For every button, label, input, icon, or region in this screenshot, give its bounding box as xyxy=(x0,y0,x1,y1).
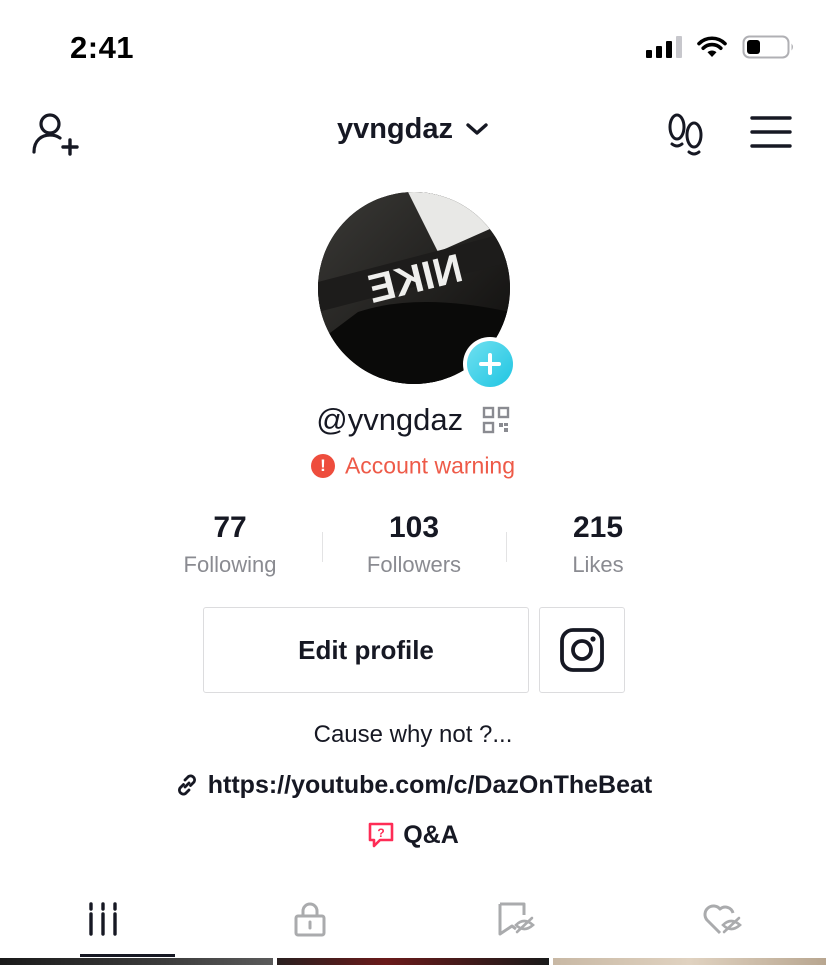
qa-label: Q&A xyxy=(403,820,459,849)
following-count: 77 xyxy=(213,511,247,544)
profile-link[interactable]: https://youtube.com/c/DazOnTheBeat xyxy=(0,770,826,800)
alert-icon: ! xyxy=(310,453,335,478)
status-time: 2:41 xyxy=(70,30,135,65)
menu-button[interactable] xyxy=(750,114,792,150)
stat-followers[interactable]: 103 Followers xyxy=(322,508,506,588)
add-story-button[interactable] xyxy=(463,337,517,391)
tab-favorites[interactable] xyxy=(413,880,620,958)
footprints-icon xyxy=(668,113,703,156)
profile-handle: @yvngdaz xyxy=(316,401,464,437)
profile-header: yvngdaz xyxy=(0,100,826,164)
instagram-icon xyxy=(560,628,604,672)
profile-link-text: https://youtube.com/c/DazOnTheBeat xyxy=(207,770,653,799)
followers-count: 103 xyxy=(388,511,440,544)
tab-liked[interactable] xyxy=(620,880,826,958)
status-icons xyxy=(646,34,796,60)
profile-stats: 77 Following 103 Followers 215 Likes xyxy=(138,508,690,588)
cellular-signal-icon xyxy=(646,36,682,58)
following-label: Following xyxy=(183,552,277,577)
edit-profile-button[interactable]: Edit profile xyxy=(203,607,529,693)
profile-screen: 2:41 yvngdaz NIKE @yvngdaz ! Account war… xyxy=(0,0,826,965)
svg-text:?: ? xyxy=(378,826,385,840)
grid-bars-icon xyxy=(89,902,117,936)
bookmark-hidden-icon xyxy=(498,902,536,936)
battery-icon xyxy=(742,35,793,59)
account-warning-text: Account warning xyxy=(344,452,516,479)
instagram-button[interactable] xyxy=(539,607,625,693)
video-thumbnail[interactable] xyxy=(276,958,550,965)
tab-videos[interactable] xyxy=(0,880,207,958)
video-thumbnail[interactable] xyxy=(0,958,273,965)
wifi-icon xyxy=(697,36,727,57)
avatar-container: NIKE xyxy=(318,192,517,391)
qr-code-icon[interactable] xyxy=(482,406,510,434)
chevron-down-icon xyxy=(466,123,488,136)
profile-bio: Cause why not ?... xyxy=(313,721,513,748)
plus-icon xyxy=(467,341,513,387)
likes-label: Likes xyxy=(572,552,624,577)
lock-icon xyxy=(294,902,326,937)
stat-following[interactable]: 77 Following xyxy=(138,508,322,588)
likes-count: 215 xyxy=(572,511,624,544)
stat-divider xyxy=(322,532,323,562)
profile-views-button[interactable] xyxy=(664,110,708,156)
question-bubble-icon: ? xyxy=(368,823,394,848)
qa-link[interactable]: ? Q&A xyxy=(0,820,826,850)
hamburger-menu-icon xyxy=(750,116,792,148)
video-grid-preview xyxy=(0,958,826,965)
stat-divider xyxy=(506,532,507,562)
account-warning-link[interactable]: ! Account warning xyxy=(0,451,826,479)
video-thumbnail[interactable] xyxy=(553,958,826,965)
heart-hidden-icon xyxy=(703,904,742,935)
stat-likes[interactable]: 215 Likes xyxy=(506,508,690,588)
link-icon xyxy=(177,774,196,796)
header-username: yvngdaz xyxy=(336,112,453,145)
status-bar: 2:41 xyxy=(0,0,826,96)
content-tabs xyxy=(0,880,826,960)
followers-label: Followers xyxy=(366,552,462,577)
handle-row: @yvngdaz xyxy=(0,400,826,438)
tab-private[interactable] xyxy=(207,880,414,958)
